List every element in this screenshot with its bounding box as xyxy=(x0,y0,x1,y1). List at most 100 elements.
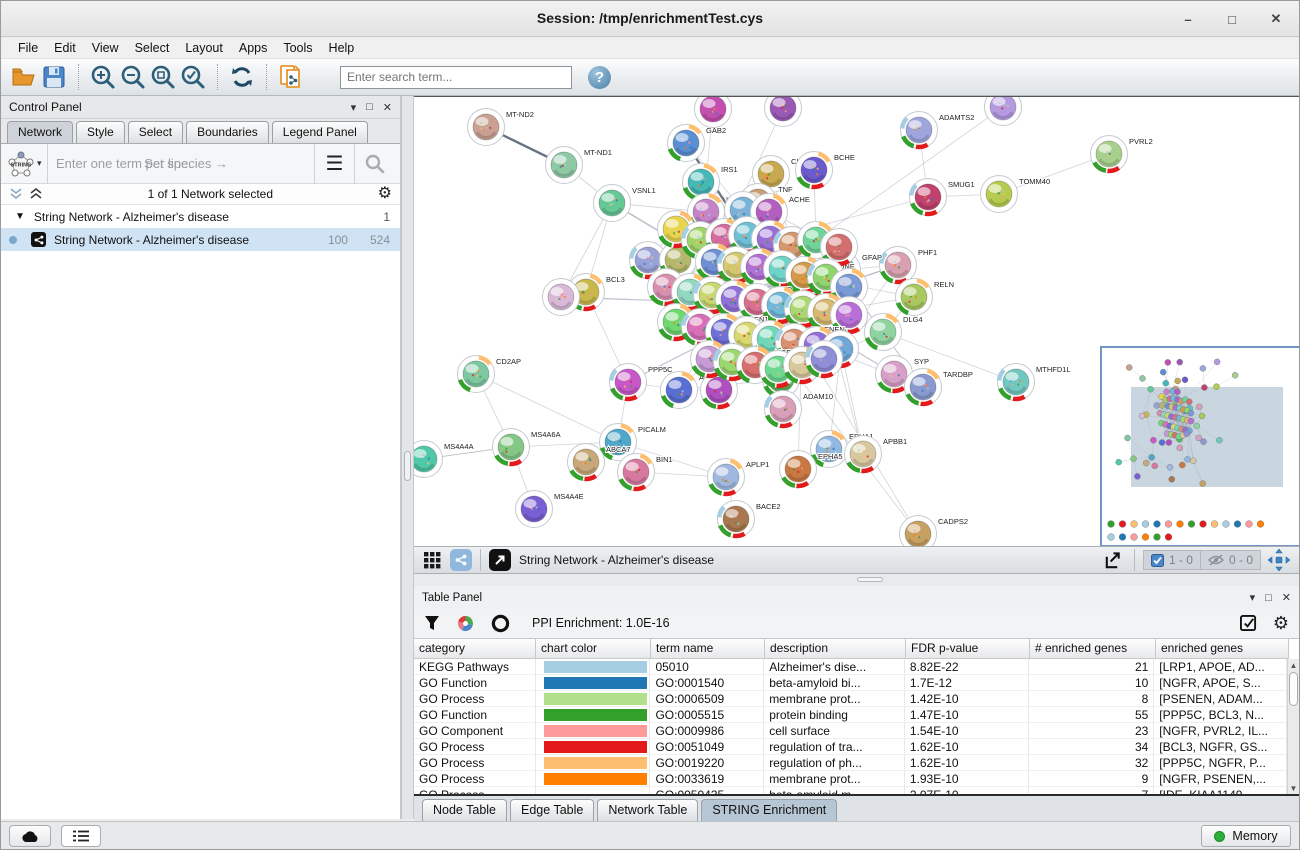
network-node-pvrl2[interactable]: PVRL2 xyxy=(1091,136,1153,173)
panel-close-icon[interactable]: ✕ xyxy=(383,101,392,114)
menu-layout[interactable]: Layout xyxy=(178,39,230,57)
network-node-tardbp[interactable]: TARDBP xyxy=(905,369,973,406)
tab-string-enrichment[interactable]: STRING Enrichment xyxy=(701,799,837,821)
ring-chart-icon[interactable] xyxy=(491,614,510,633)
network-node-adamts2[interactable]: ADAMTS2 xyxy=(901,112,975,149)
network-panel-gear-icon[interactable]: ⚙ xyxy=(378,186,392,202)
menu-tools[interactable]: Tools xyxy=(276,39,319,57)
splitter-grip-horizontal[interactable] xyxy=(857,577,883,582)
cloud-tasks-button[interactable] xyxy=(9,825,51,847)
table-row[interactable]: KEGG Pathways05010Alzheimer's dise...8.8… xyxy=(414,659,1287,675)
maximize-button[interactable]: □ xyxy=(1219,7,1245,31)
pie-chart-icon[interactable] xyxy=(456,614,475,633)
network-node-cadps2[interactable]: CADPS2 xyxy=(900,516,969,547)
string-logo-dropdown[interactable]: STRING ▾ xyxy=(7,150,47,178)
tab-node-table[interactable]: Node Table xyxy=(422,799,507,821)
network-node-mt-nd2[interactable]: MT-ND2 xyxy=(468,109,534,146)
table-row[interactable]: GO FunctionGO:0005515protein binding1.47… xyxy=(414,707,1287,723)
network-node-cd2ap[interactable]: CD2AP xyxy=(458,356,522,393)
tab-network[interactable]: Network xyxy=(7,121,73,143)
network-node-aplp1[interactable]: APLP1 xyxy=(708,459,770,496)
birdseye-viewport[interactable] xyxy=(1131,387,1283,487)
panel-float-icon[interactable]: □ xyxy=(366,101,373,113)
zoom-selected-button[interactable] xyxy=(178,63,208,91)
network-node-mt-nd1[interactable]: MT-ND1 xyxy=(546,147,612,184)
help-button[interactable]: ? xyxy=(588,66,611,89)
column-header-description[interactable]: description xyxy=(765,639,906,659)
tab-legend-panel[interactable]: Legend Panel xyxy=(272,121,368,143)
tab-edge-table[interactable]: Edge Table xyxy=(510,799,594,821)
string-options-button[interactable]: ☰ xyxy=(314,144,354,184)
network-node-ms4a4e[interactable]: MS4A4E xyxy=(516,491,584,528)
table-row[interactable]: GO ProcessGO:0019220regulation of ph...1… xyxy=(414,755,1287,771)
network-view[interactable]: MT-ND2 MT-ND1VSNL1 GAB2 ADAMTS2 PVRL2 TOMM40S… xyxy=(414,96,1299,546)
table-panel-float-icon[interactable]: □ xyxy=(1265,592,1272,604)
scroll-up-icon[interactable]: ▲ xyxy=(1288,659,1299,671)
table-row[interactable]: GO FunctionGO:0001540beta-amyloid bi...1… xyxy=(414,675,1287,691)
menu-file[interactable]: File xyxy=(11,39,45,57)
tab-style[interactable]: Style xyxy=(76,121,125,143)
select-columns-icon[interactable] xyxy=(1240,615,1257,632)
refresh-button[interactable] xyxy=(227,63,257,91)
menu-apps[interactable]: Apps xyxy=(232,39,275,57)
tab-network-table[interactable]: Network Table xyxy=(597,799,698,821)
network-row-selected[interactable]: String Network - Alzheimer's disease 100… xyxy=(1,228,400,251)
birdseye-view[interactable] xyxy=(1101,347,1299,546)
table-panel-menu-icon[interactable]: ▾ xyxy=(1250,591,1256,604)
menu-select[interactable]: Select xyxy=(128,39,177,57)
birdseye-toggle-button[interactable] xyxy=(489,549,511,571)
network-node-smug1[interactable]: SMUG1 xyxy=(910,179,975,216)
column-header-chart-color[interactable]: chart color xyxy=(536,639,651,659)
network-node[interactable] xyxy=(695,97,732,128)
share-network-button[interactable] xyxy=(450,549,472,571)
menu-help[interactable]: Help xyxy=(322,39,362,57)
zoom-out-button[interactable] xyxy=(118,63,148,91)
expand-all-icon[interactable] xyxy=(29,188,43,200)
table-row[interactable]: GO ProcessGO:0051049regulation of tra...… xyxy=(414,739,1287,755)
network-node-ms4a4a[interactable]: MS4A4A xyxy=(414,441,474,478)
network-node-dlg4[interactable]: DLG4 xyxy=(865,314,923,351)
panel-splitter-vertical[interactable] xyxy=(401,96,414,819)
network-node-vsnl1[interactable]: VSNL1 xyxy=(594,185,656,222)
tab-select[interactable]: Select xyxy=(128,121,183,143)
network-node[interactable] xyxy=(765,97,802,127)
table-row[interactable]: GO ComponentGO:0009986cell surface1.54E-… xyxy=(414,723,1287,739)
network-node-apbb1[interactable]: APBB1 xyxy=(845,436,908,473)
column-header--enriched-genes[interactable]: # enriched genes xyxy=(1030,639,1156,659)
scroll-down-icon[interactable]: ▼ xyxy=(1288,782,1299,794)
filter-icon[interactable] xyxy=(424,615,440,632)
collapse-all-icon[interactable] xyxy=(9,188,23,200)
zoom-fit-button[interactable] xyxy=(148,63,178,91)
table-panel-close-icon[interactable]: ✕ xyxy=(1282,591,1291,604)
network-from-file-button[interactable] xyxy=(276,63,306,91)
network-node-gab2[interactable]: GAB2 xyxy=(668,125,727,162)
network-node[interactable] xyxy=(543,279,580,316)
string-search-button[interactable] xyxy=(354,144,394,184)
pan-tool-button[interactable] xyxy=(1265,547,1293,573)
minimize-button[interactable]: – xyxy=(1175,7,1201,31)
column-header-category[interactable]: category xyxy=(414,639,536,659)
table-scrollbar[interactable]: ▲ ▼ xyxy=(1287,659,1299,794)
network-graph[interactable]: MT-ND2 MT-ND1VSNL1 GAB2 ADAMTS2 PVRL2 TOMM40S… xyxy=(414,97,1299,546)
save-session-button[interactable] xyxy=(39,63,69,91)
scrollbar-thumb[interactable] xyxy=(1289,672,1298,706)
export-network-button[interactable] xyxy=(1100,548,1126,572)
task-history-button[interactable] xyxy=(61,825,101,847)
grid-view-button[interactable] xyxy=(420,546,444,574)
panel-menu-icon[interactable]: ▾ xyxy=(351,101,357,114)
close-button[interactable]: ✕ xyxy=(1263,7,1289,31)
search-input[interactable] xyxy=(340,66,572,89)
network-node-tomm40[interactable]: TOMM40 xyxy=(981,176,1051,213)
network-node-phf1[interactable]: PHF1 xyxy=(880,247,938,284)
string-query-input[interactable] xyxy=(48,144,314,184)
network-node-bin1[interactable]: BIN1 xyxy=(618,454,673,491)
network-node-reln[interactable]: RELN xyxy=(896,279,955,316)
network-node-bace2[interactable]: BACE2 xyxy=(718,501,781,538)
menu-view[interactable]: View xyxy=(85,39,126,57)
tab-boundaries[interactable]: Boundaries xyxy=(186,121,269,143)
column-header-term-name[interactable]: term name xyxy=(651,639,765,659)
menu-edit[interactable]: Edit xyxy=(47,39,83,57)
memory-button[interactable]: Memory xyxy=(1201,825,1291,847)
table-row[interactable]: GO ProcessGO:0006509membrane prot...1.42… xyxy=(414,691,1287,707)
network-collection-row[interactable]: ▼ String Network - Alzheimer's disease 1 xyxy=(1,205,400,228)
